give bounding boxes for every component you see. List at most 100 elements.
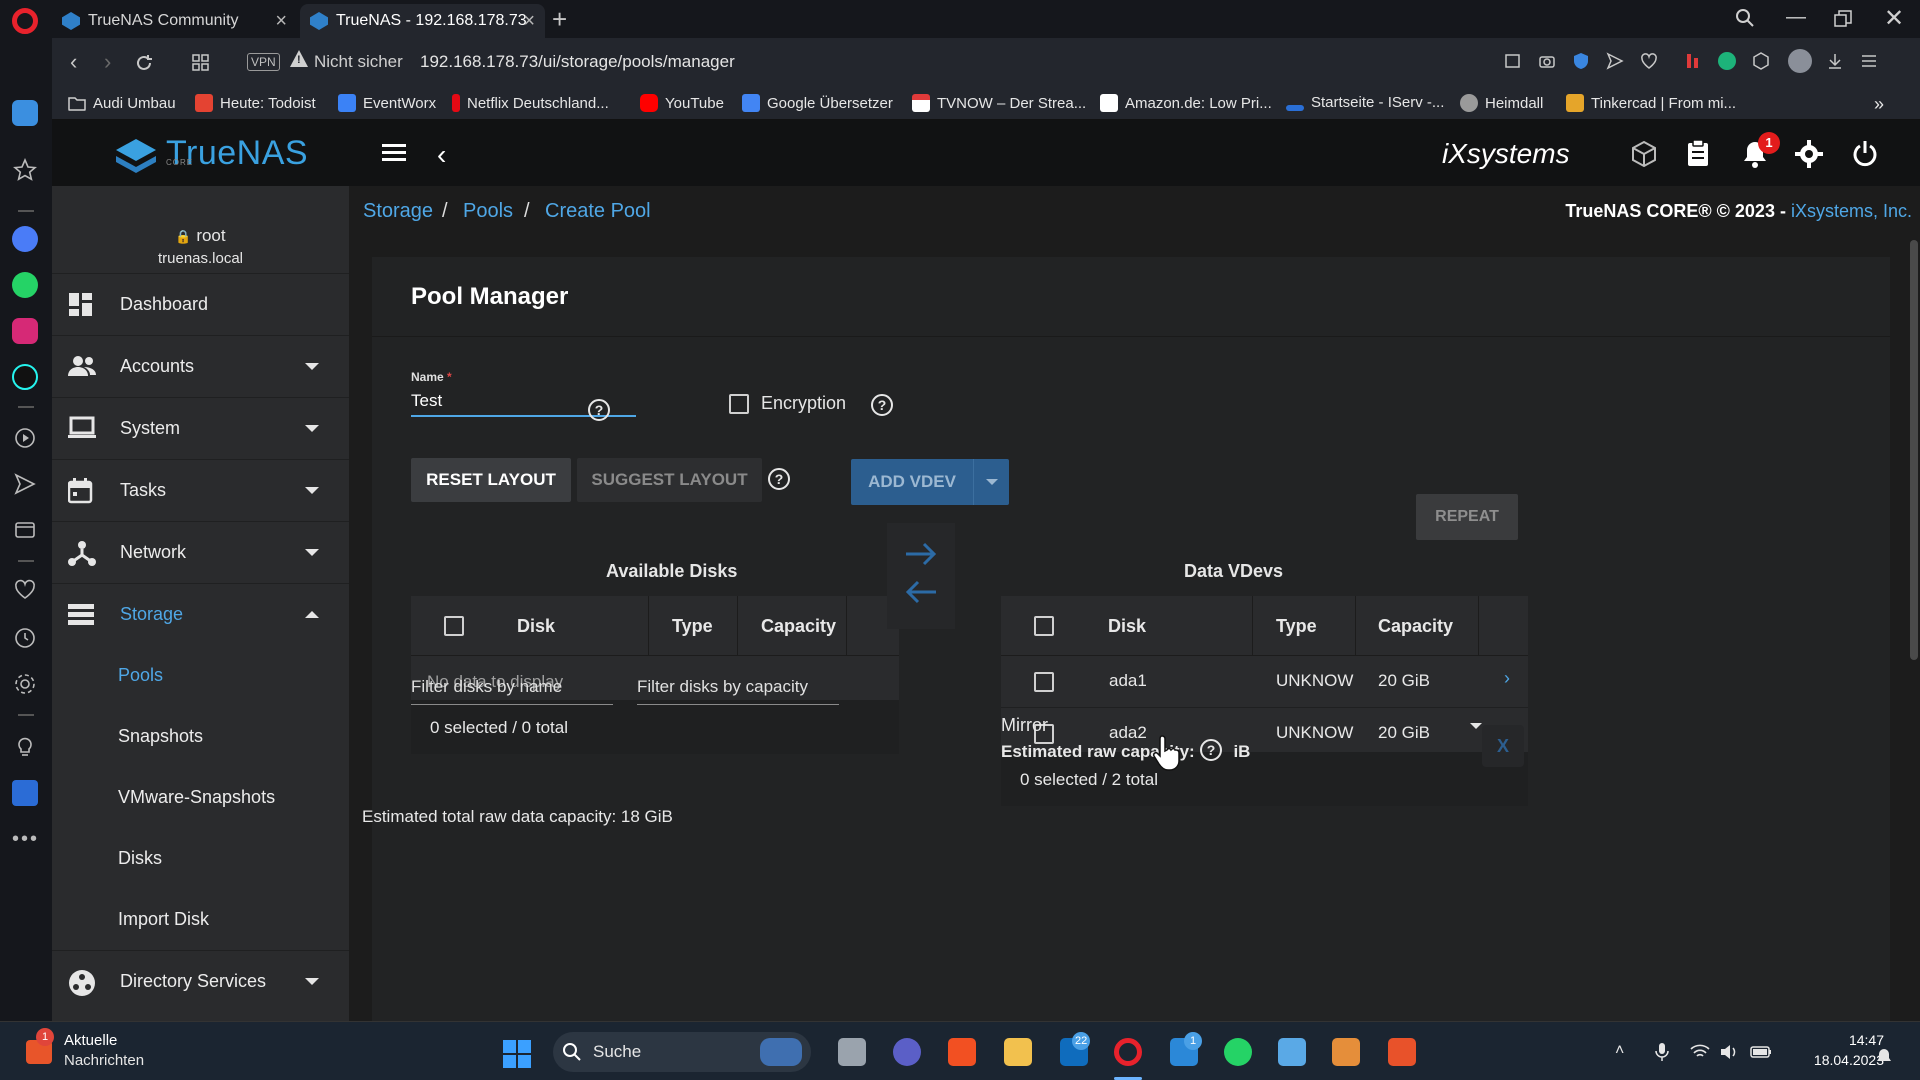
remove-vdev-button[interactable]: X — [1482, 725, 1524, 767]
sidebar-item-system[interactable]: System — [52, 397, 349, 459]
close-icon[interactable]: × — [275, 10, 287, 33]
heart-icon[interactable] — [13, 578, 37, 602]
snapshot-edit-icon[interactable] — [1504, 52, 1522, 70]
help-icon[interactable]: ? — [1200, 739, 1222, 761]
virtualbox-icon[interactable] — [1278, 1038, 1306, 1066]
more-icon[interactable]: ••• — [12, 828, 39, 851]
column-header-disk[interactable]: Disk — [517, 616, 555, 637]
row-checkbox[interactable] — [1034, 672, 1054, 692]
filter-disks-capacity-input[interactable] — [637, 669, 839, 705]
sidebar-subitem-pools[interactable]: Pools — [52, 645, 349, 706]
send-icon[interactable] — [13, 472, 37, 496]
sidebar-subitem-disks[interactable]: Disks — [52, 828, 349, 889]
vpn-badge[interactable]: VPN — [247, 53, 280, 71]
breadcrumb-pools[interactable]: Pools — [463, 200, 513, 223]
microphone-icon[interactable] — [1654, 1042, 1670, 1062]
sidebar-subitem-vmware-snapshots[interactable]: VMware-Snapshots — [52, 767, 349, 828]
send-icon[interactable] — [1606, 52, 1624, 70]
sidebar-item-directory-services[interactable]: Directory Services — [52, 950, 349, 1012]
tray-overflow-icon[interactable]: ˄ — [1615, 1042, 1624, 1060]
microsoft-store-icon[interactable] — [948, 1038, 976, 1066]
easy-setup-icon[interactable] — [1860, 52, 1878, 70]
sidebar-item-dashboard[interactable]: Dashboard — [52, 273, 349, 335]
chevron-right-icon[interactable]: › — [1504, 668, 1510, 689]
task-manager-icon[interactable] — [1686, 140, 1710, 168]
volume-icon[interactable] — [1720, 1044, 1740, 1060]
messenger-icon[interactable] — [12, 226, 38, 252]
gimp-icon[interactable] — [1332, 1038, 1360, 1066]
wallet-icon[interactable] — [13, 518, 37, 542]
column-header-type[interactable]: Type — [672, 616, 713, 637]
whatsapp-taskbar-icon[interactable] — [1224, 1038, 1252, 1066]
reset-layout-button[interactable]: RESET LAYOUT — [411, 458, 571, 502]
tab-truenas-community[interactable]: TrueNAS Community × — [52, 4, 297, 38]
camera-icon[interactable] — [1538, 52, 1556, 70]
battery-icon[interactable] — [1750, 1046, 1772, 1058]
whatsapp-icon[interactable] — [12, 272, 38, 298]
tabs-grid-icon[interactable] — [192, 54, 210, 72]
breadcrumb-create-pool[interactable]: Create Pool — [545, 200, 651, 223]
history-icon[interactable] — [13, 626, 37, 650]
power-icon[interactable] — [1852, 140, 1878, 168]
extension-red-icon[interactable] — [1684, 52, 1702, 70]
select-all-checkbox[interactable] — [444, 616, 464, 636]
column-header-capacity[interactable]: Capacity — [761, 616, 836, 637]
bookmark-audi-umbau[interactable]: Audi Umbau — [68, 94, 176, 112]
home-icon[interactable] — [12, 100, 38, 126]
suggest-layout-button[interactable]: SUGGEST LAYOUT — [577, 458, 762, 502]
vdev-layout-select[interactable]: Mirror — [1001, 715, 1048, 736]
windows-start-icon[interactable] — [503, 1040, 531, 1068]
bookmark-todoist[interactable]: Heute: Todoist — [195, 94, 316, 112]
player-icon[interactable] — [13, 426, 37, 450]
page-scrollbar[interactable] — [1910, 240, 1918, 660]
profile-avatar[interactable] — [1788, 49, 1812, 73]
restore-icon[interactable] — [1834, 10, 1852, 28]
sidebar-item-accounts[interactable]: Accounts — [52, 335, 349, 397]
select-all-checkbox[interactable] — [1034, 616, 1054, 636]
chevron-down-icon[interactable] — [973, 459, 1009, 505]
truenas-logo[interactable]: TrueNAS — [112, 136, 308, 174]
arrow-right-icon[interactable] — [904, 540, 938, 568]
menu-icon[interactable] — [382, 142, 408, 162]
chevron-down-icon[interactable] — [1470, 723, 1482, 729]
table-row[interactable]: ada1 UNKNOW 20 GiB › — [1001, 656, 1528, 708]
tab-truenas-active[interactable]: TrueNAS - 192.168.178.73 × — [300, 4, 545, 38]
instagram-icon[interactable] — [12, 318, 38, 344]
opera-logo-icon[interactable] — [12, 8, 38, 34]
url-field[interactable]: 192.168.178.73/ui/storage/pools/manager — [420, 52, 735, 72]
outlook-sidebar-icon[interactable] — [12, 780, 38, 806]
sidebar-subitem-import-disk[interactable]: Import Disk — [52, 889, 349, 950]
heart-icon[interactable] — [1640, 52, 1658, 70]
bookmarks-overflow-icon[interactable]: » — [1874, 94, 1884, 115]
teams-icon[interactable] — [893, 1038, 921, 1066]
help-icon[interactable]: ? — [871, 394, 893, 416]
clock-time[interactable]: 14:47 — [1830, 1032, 1884, 1048]
wifi-icon[interactable] — [1690, 1044, 1710, 1060]
sidebar-item-storage[interactable]: Storage — [52, 583, 349, 645]
news-line1[interactable]: Aktuelle — [64, 1032, 117, 1049]
file-explorer-icon[interactable] — [1004, 1038, 1032, 1066]
cube-icon[interactable] — [1752, 52, 1770, 70]
bookmark-tinkercad[interactable]: Tinkercad | From mi... — [1566, 94, 1736, 112]
column-header-disk[interactable]: Disk — [1108, 616, 1146, 637]
reload-icon[interactable] — [134, 53, 154, 73]
opera-taskbar-icon[interactable] — [1114, 1038, 1142, 1066]
bookmark-eventworx[interactable]: EventWorx — [338, 94, 436, 112]
truecommand-icon[interactable] — [1630, 140, 1658, 168]
office-app-icon[interactable] — [1388, 1038, 1416, 1066]
help-icon[interactable]: ? — [588, 399, 610, 421]
bookmark-netflix[interactable]: Netflix Deutschland... — [452, 94, 609, 112]
add-vdev-button[interactable]: ADD VDEV — [851, 459, 1009, 505]
bookmark-heimdall[interactable]: Heimdall — [1460, 94, 1543, 112]
back-icon[interactable]: ‹ — [70, 49, 77, 75]
sidebar-item-network[interactable]: Network — [52, 521, 349, 583]
security-status[interactable]: Nicht sicher — [314, 52, 403, 72]
notification-center-icon[interactable] — [1876, 1048, 1892, 1064]
breadcrumb-storage[interactable]: Storage — [363, 200, 433, 223]
tiktok-icon[interactable] — [12, 364, 38, 390]
window-close-icon[interactable]: ✕ — [1884, 4, 1904, 33]
new-tab-icon[interactable]: + — [552, 4, 567, 35]
bookmark-iserv[interactable]: Startseite - IServ -... — [1286, 94, 1444, 111]
settings-icon[interactable] — [13, 672, 37, 696]
encryption-checkbox[interactable] — [729, 394, 749, 414]
